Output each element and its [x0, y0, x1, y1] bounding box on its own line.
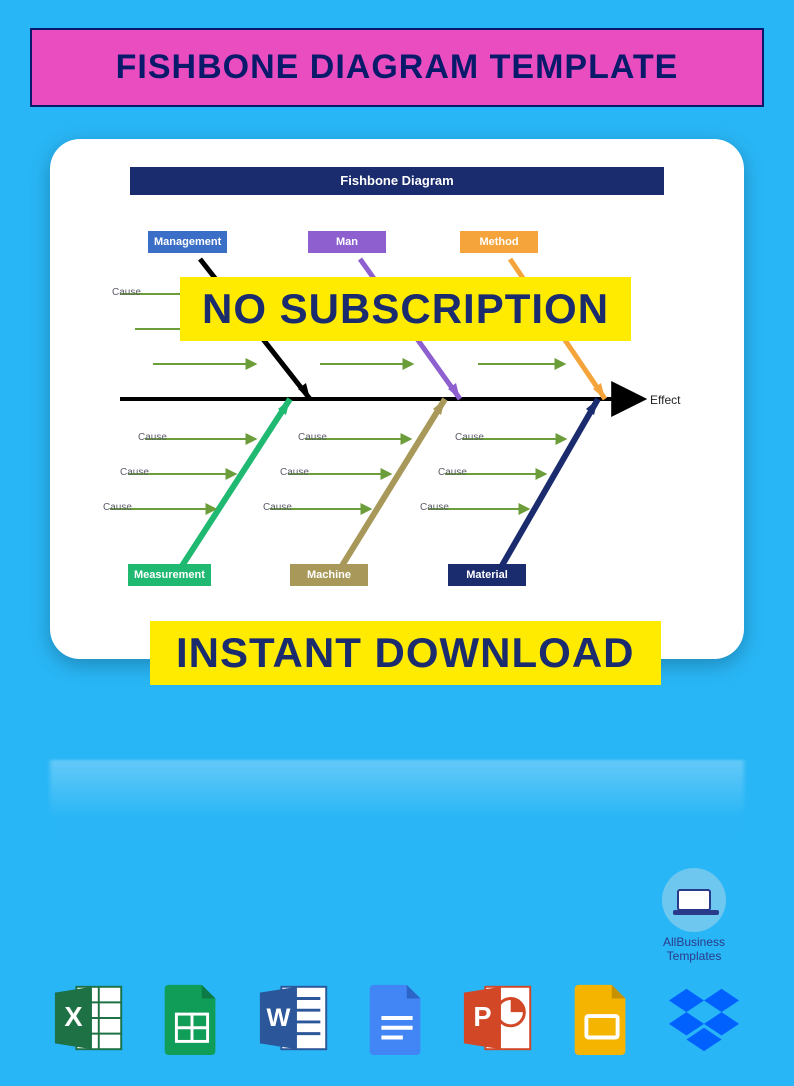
diagram-header: Fishbone Diagram [130, 167, 664, 195]
excel-icon: X [50, 978, 130, 1058]
cause-label: Cause [138, 432, 167, 443]
powerpoint-icon: P [459, 978, 539, 1058]
cat-management: Management [148, 231, 227, 253]
cat-man: Man [308, 231, 386, 253]
docs-icon [357, 978, 437, 1058]
preview-card: Fishbone Diagram [50, 139, 744, 659]
cause-label: Cause [438, 467, 467, 478]
cause-label: Cause [103, 502, 132, 513]
apps-row: X W P [50, 978, 744, 1058]
overlay-instant-download: INSTANT DOWNLOAD [150, 621, 661, 685]
slides-icon [562, 978, 642, 1058]
cat-material: Material [448, 564, 526, 586]
overlay-no-subscription: NO SUBSCRIPTION [180, 277, 631, 341]
cat-method: Method [460, 231, 538, 253]
word-icon: W [255, 978, 335, 1058]
cat-measurement: Measurement [128, 564, 211, 586]
cause-label: Cause [280, 467, 309, 478]
laptop-icon [677, 889, 711, 911]
svg-text:W: W [266, 1004, 290, 1032]
svg-text:X: X [64, 1001, 82, 1032]
effect-label: Effect [650, 393, 680, 407]
cause-label: Cause [120, 467, 149, 478]
preview-card-wrap: Fishbone Diagram [50, 139, 744, 659]
dropbox-icon [664, 978, 744, 1058]
title-bar: FISHBONE DIAGRAM TEMPLATE [30, 28, 764, 107]
card-reflection [50, 760, 744, 843]
sheets-icon [152, 978, 232, 1058]
cause-label: Cause [263, 502, 292, 513]
svg-text:P: P [474, 1001, 492, 1032]
brand-line1: AllBusiness [644, 936, 744, 950]
cat-machine: Machine [290, 564, 368, 586]
cause-label: Cause [112, 287, 141, 298]
cause-label: Cause [420, 502, 449, 513]
brand-circle-icon [662, 868, 726, 932]
cause-label: Cause [298, 432, 327, 443]
cause-label: Cause [455, 432, 484, 443]
page-title: FISHBONE DIAGRAM TEMPLATE [42, 48, 752, 87]
brand-badge: AllBusiness Templates [644, 868, 744, 964]
brand-line2: Templates [644, 950, 744, 964]
